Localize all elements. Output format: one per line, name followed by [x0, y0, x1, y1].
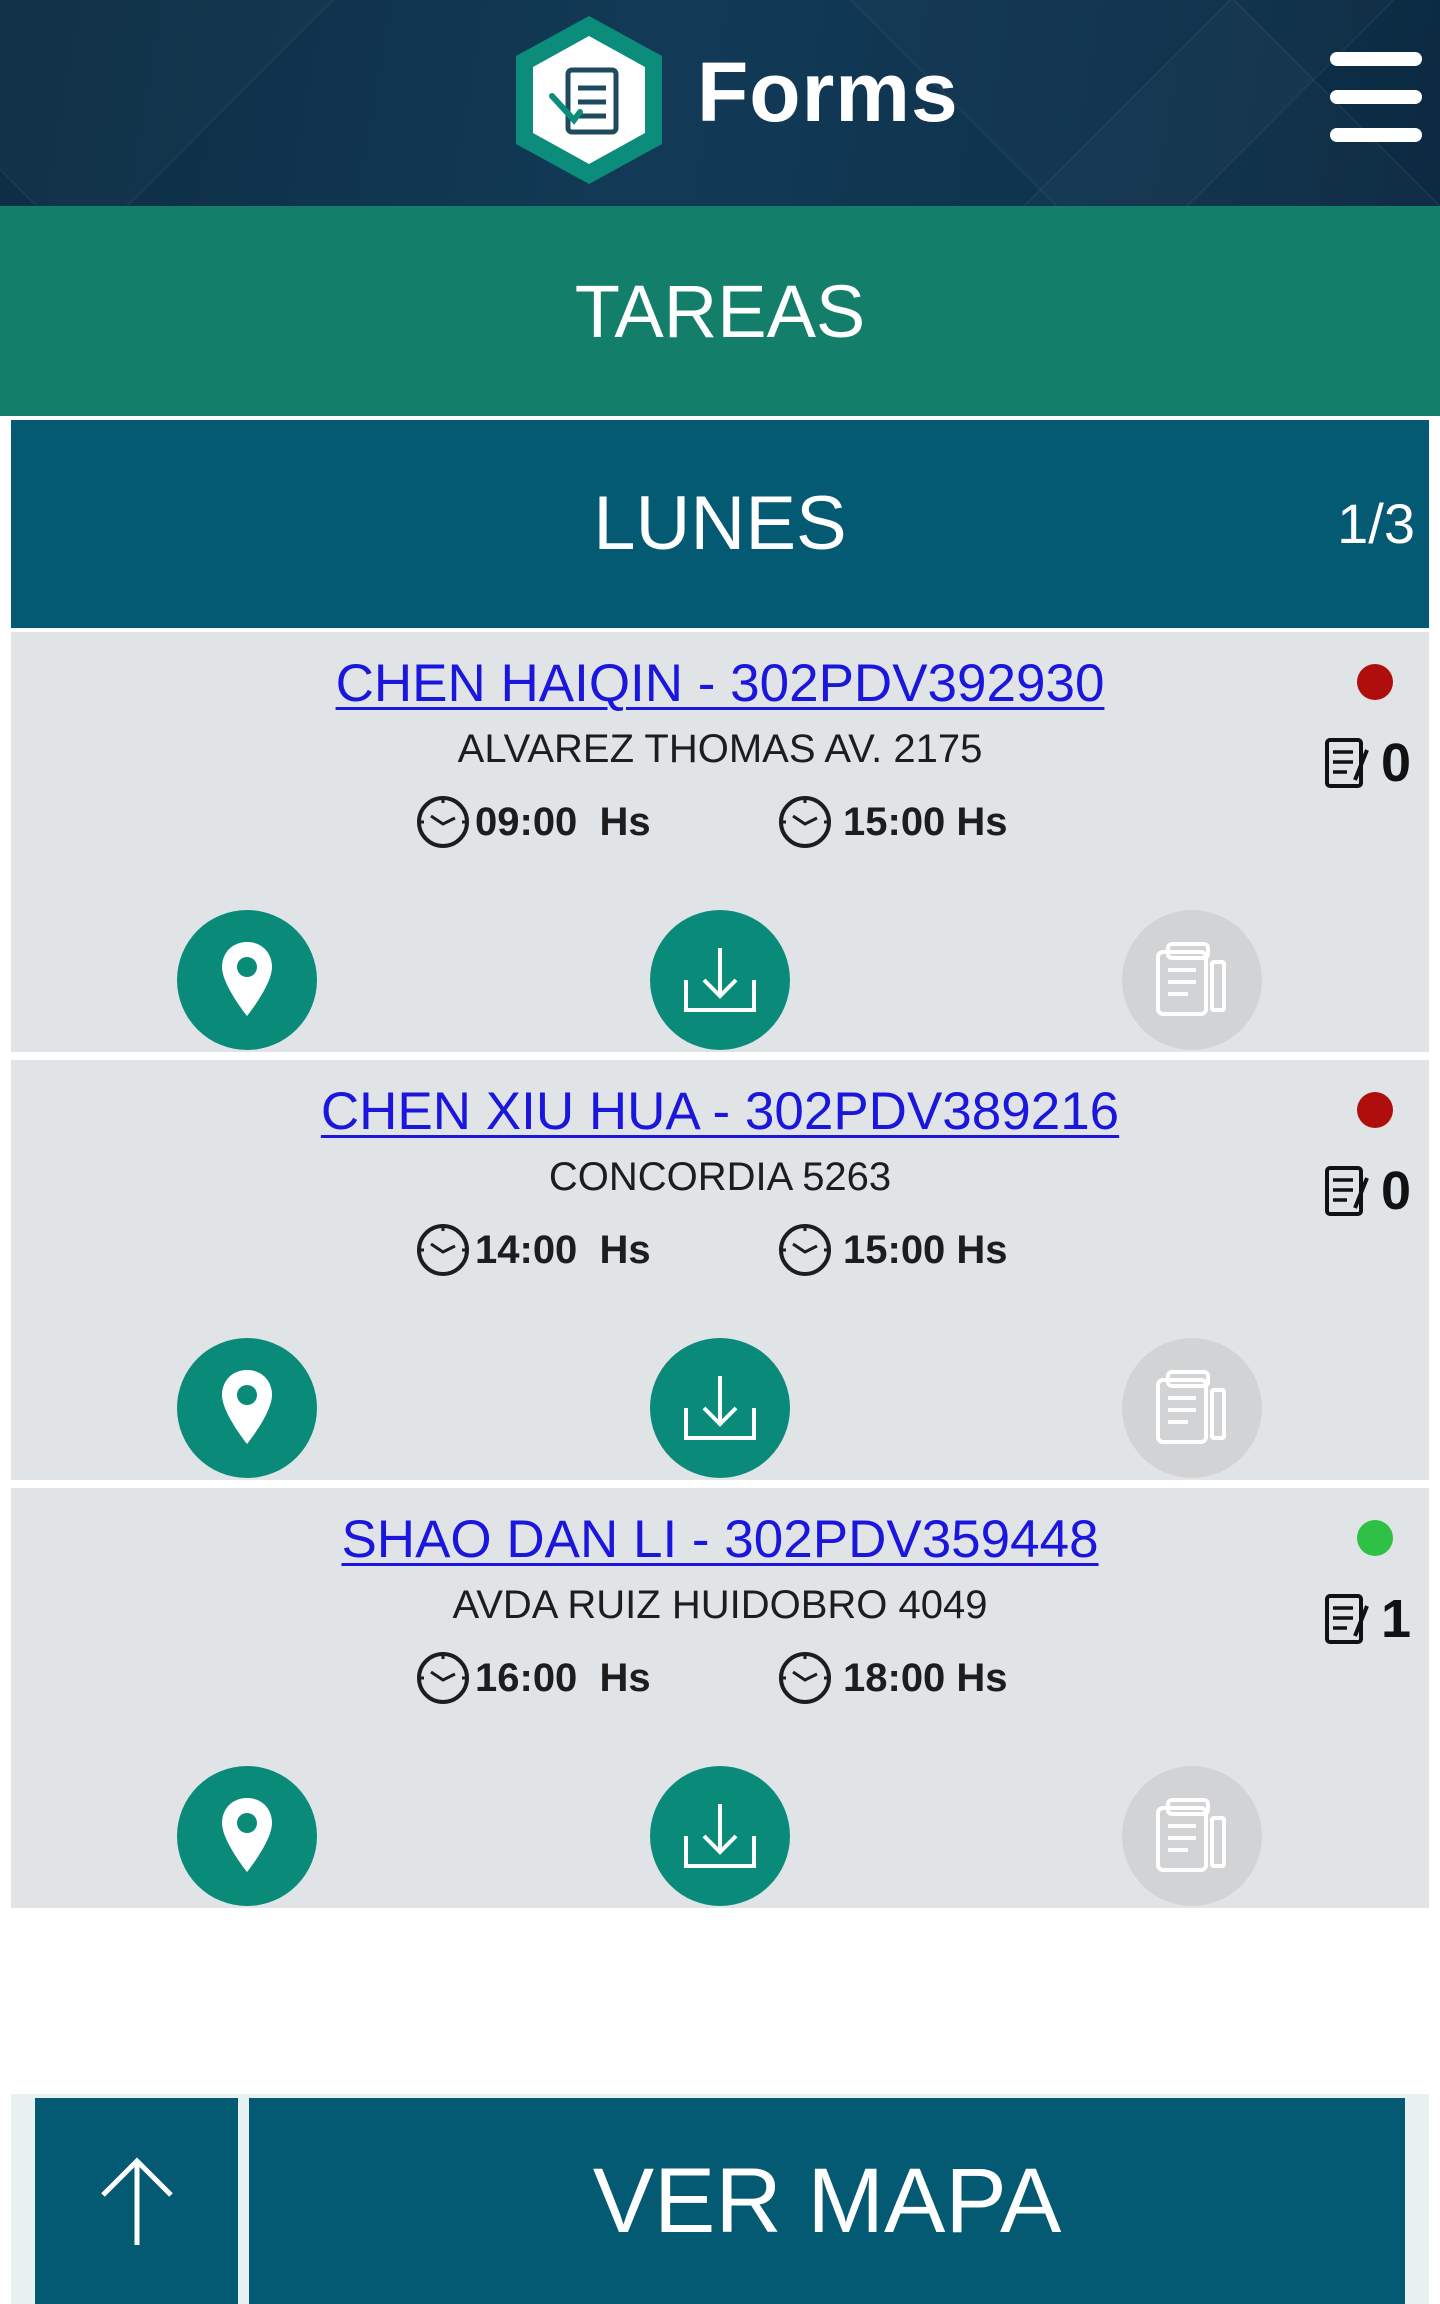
start-time: 09:00 Hs: [415, 792, 651, 852]
task-address: AVDA RUIZ HUIDOBRO 4049: [452, 1583, 988, 1627]
forms-count-value: 0: [1381, 733, 1412, 793]
task-card: SHAO DAN LI - 302PDV359448 AVDA RUIZ HUI…: [11, 1488, 1429, 1908]
status-dot: [1357, 1092, 1393, 1128]
location-button[interactable]: [177, 910, 317, 1050]
clock-icon: [777, 1650, 833, 1706]
clock-icon: [777, 1222, 833, 1278]
task-title-link[interactable]: CHEN XIU HUA - 302PDV389216: [11, 1080, 1429, 1144]
end-time-value: 15:00 Hs: [843, 799, 1008, 844]
form-edit-icon: [1156, 1370, 1226, 1444]
app-brand-name: Forms: [697, 45, 959, 139]
end-time-value: 18:00 Hs: [843, 1655, 1008, 1700]
forms-button[interactable]: [1122, 1766, 1262, 1906]
start-time-value: 09:00 Hs: [475, 799, 651, 844]
form-list-icon: [1325, 1594, 1369, 1644]
map-pin-icon: [222, 1798, 272, 1872]
download-icon: [684, 1804, 756, 1868]
form-edit-icon: [1156, 1798, 1226, 1872]
scroll-up-button[interactable]: [35, 2098, 238, 2304]
location-button[interactable]: [177, 1338, 317, 1478]
task-title-link[interactable]: SHAO DAN LI - 302PDV359448: [11, 1508, 1429, 1572]
clock-icon: [777, 794, 833, 850]
forms-button[interactable]: [1122, 910, 1262, 1050]
download-icon: [684, 1376, 756, 1440]
end-time: 15:00 Hs: [777, 792, 1008, 852]
forms-count: 1: [1323, 1584, 1411, 1654]
app-header: Forms: [0, 0, 1440, 206]
forms-count-value: 1: [1381, 1589, 1412, 1649]
task-title-link[interactable]: CHEN HAIQIN - 302PDV392930: [11, 652, 1429, 716]
forms-count: 0: [1323, 728, 1411, 798]
form-edit-icon: [1156, 942, 1226, 1016]
end-time: 15:00 Hs: [777, 1220, 1008, 1280]
hamburger-menu-icon[interactable]: [1330, 52, 1422, 142]
forms-button[interactable]: [1122, 1338, 1262, 1478]
clock-icon: [415, 1650, 471, 1706]
forms-logo-icon: [508, 10, 670, 190]
map-pin-icon: [222, 1370, 272, 1444]
location-button[interactable]: [177, 1766, 317, 1906]
start-time: 14:00 Hs: [415, 1220, 651, 1280]
forms-count: 0: [1323, 1156, 1411, 1226]
task-address: CONCORDIA 5263: [548, 1155, 892, 1199]
download-button[interactable]: [650, 910, 790, 1050]
day-header: LUNES 1/3: [11, 420, 1429, 628]
page-indicator: 1/3: [1337, 492, 1415, 555]
arrow-up-icon: [100, 2157, 173, 2245]
view-map-button[interactable]: VER MAPA: [249, 2098, 1405, 2304]
forms-count-value: 0: [1381, 1161, 1412, 1221]
start-time-value: 16:00 Hs: [475, 1655, 651, 1700]
day-title: LUNES: [593, 481, 847, 566]
end-time: 18:00 Hs: [777, 1648, 1008, 1708]
download-icon: [684, 948, 756, 1012]
map-pin-icon: [222, 942, 272, 1016]
form-list-icon: [1325, 738, 1369, 788]
task-address: ALVAREZ THOMAS AV. 2175: [457, 727, 983, 771]
clock-icon: [415, 1222, 471, 1278]
start-time-value: 14:00 Hs: [475, 1227, 651, 1272]
status-dot: [1357, 664, 1393, 700]
task-card: CHEN HAIQIN - 302PDV392930 ALVAREZ THOMA…: [11, 632, 1429, 1052]
download-button[interactable]: [650, 1766, 790, 1906]
end-time-value: 15:00 Hs: [843, 1227, 1008, 1272]
status-dot: [1357, 1520, 1393, 1556]
download-button[interactable]: [650, 1338, 790, 1478]
start-time: 16:00 Hs: [415, 1648, 651, 1708]
section-title: TAREAS: [0, 206, 1440, 416]
form-list-icon: [1325, 1166, 1369, 1216]
clock-icon: [415, 794, 471, 850]
task-card: CHEN XIU HUA - 302PDV389216 CONCORDIA 52…: [11, 1060, 1429, 1480]
